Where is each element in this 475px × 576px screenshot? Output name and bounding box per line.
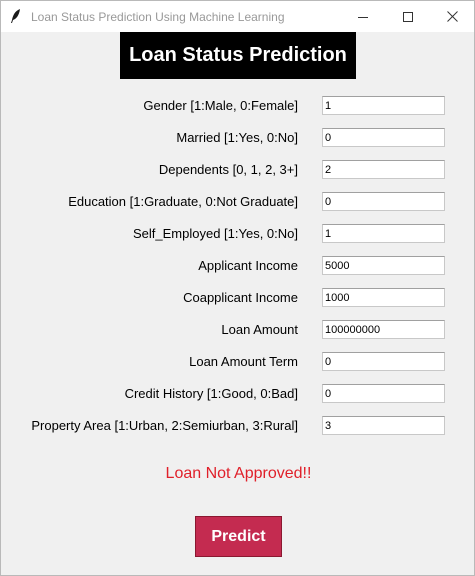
married-field[interactable] [322, 128, 445, 147]
gender-label: Gender [1:Male, 0:Female] [143, 98, 298, 113]
coapplicant-income-field[interactable] [322, 288, 445, 307]
loan-amount-label: Loan Amount [221, 322, 298, 337]
property-area-label: Property Area [1:Urban, 2:Semiurban, 3:R… [31, 418, 298, 433]
minimize-button[interactable] [340, 1, 386, 32]
app-window: Loan Status Prediction Using Machine Lea… [0, 0, 475, 576]
applicant-income-label: Applicant Income [198, 258, 298, 273]
maximize-button[interactable] [385, 1, 431, 32]
credit-history-field[interactable] [322, 384, 445, 403]
gender-field[interactable] [322, 96, 445, 115]
prediction-result: Loan Not Approved!! [165, 465, 312, 482]
window-title: Loan Status Prediction Using Machine Lea… [31, 10, 285, 24]
education-label: Education [1:Graduate, 0:Not Graduate] [68, 194, 298, 209]
minimize-icon [358, 16, 368, 18]
married-label: Married [1:Yes, 0:No] [176, 130, 298, 145]
close-icon [446, 11, 458, 22]
loan-amount-term-field[interactable] [322, 352, 445, 371]
maximize-icon [403, 11, 413, 22]
feather-icon [9, 8, 23, 24]
loan-amount-term-label: Loan Amount Term [189, 354, 298, 369]
education-field[interactable] [322, 192, 445, 211]
dependents-label: Dependents [0, 1, 2, 3+] [158, 162, 298, 177]
applicant-income-field[interactable] [322, 256, 445, 275]
close-button[interactable] [429, 1, 475, 32]
self-employed-field[interactable] [322, 224, 445, 243]
page-title: Loan Status Prediction [120, 32, 356, 79]
dependents-field[interactable] [322, 160, 445, 179]
predict-button[interactable]: Predict [195, 516, 282, 557]
coapplicant-income-label: Coapplicant Income [183, 290, 298, 305]
credit-history-label: Credit History [1:Good, 0:Bad] [124, 386, 298, 401]
title-bar[interactable]: Loan Status Prediction Using Machine Lea… [1, 1, 474, 32]
loan-amount-field[interactable] [322, 320, 445, 339]
self-employed-label: Self_Employed [1:Yes, 0:No] [132, 226, 298, 241]
property-area-field[interactable] [322, 416, 445, 435]
